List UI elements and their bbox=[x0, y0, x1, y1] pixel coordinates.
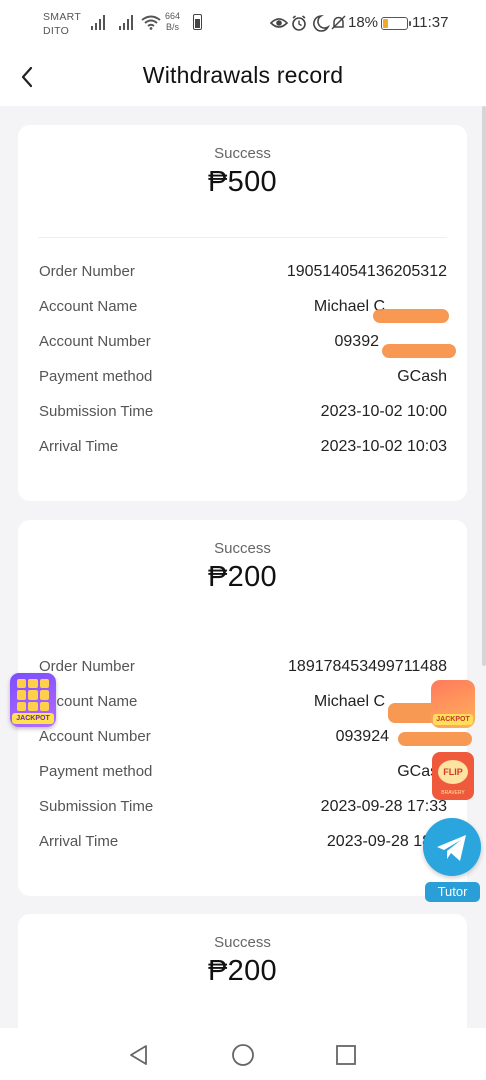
redaction-mark bbox=[398, 732, 472, 746]
detail-value: GCash bbox=[397, 367, 447, 385]
moon-icon bbox=[313, 15, 331, 32]
battery-saver-icon bbox=[193, 14, 202, 30]
detail-label: Account Number bbox=[39, 728, 151, 745]
detail-label: Order Number bbox=[39, 658, 135, 675]
back-triangle-icon[interactable] bbox=[126, 1042, 152, 1068]
withdrawals-list[interactable]: Success ₱500 Order Number 19051405413620… bbox=[0, 106, 486, 1028]
detail-row-payment-method: Payment method GCash bbox=[18, 359, 467, 394]
divider bbox=[38, 632, 447, 633]
status-text: Success bbox=[214, 540, 271, 557]
jackpot-promo-button[interactable]: JACKPOT bbox=[431, 680, 475, 728]
recents-square-icon[interactable] bbox=[333, 1042, 359, 1068]
detail-label: Submission Time bbox=[39, 798, 154, 815]
home-circle-icon[interactable] bbox=[230, 1042, 256, 1068]
status-text: Success bbox=[214, 145, 271, 162]
detail-value: 09392 bbox=[334, 332, 380, 350]
detail-label: Order Number bbox=[39, 263, 135, 280]
detail-label: Account Name bbox=[39, 298, 138, 315]
detail-row-arrival-time: Arrival Time 2023-10-02 10:03 bbox=[18, 429, 467, 464]
detail-label: Arrival Time bbox=[39, 833, 119, 850]
withdrawal-card[interactable]: Success ₱200 Order Number 18917845349971… bbox=[18, 520, 472, 896]
detail-label: Arrival Time bbox=[39, 438, 119, 455]
network-speed-value: 664 bbox=[165, 11, 181, 21]
detail-value: 2023-10-02 10:03 bbox=[320, 437, 447, 455]
withdrawal-card[interactable]: Success ₱200 bbox=[18, 914, 467, 1028]
status-text: Success bbox=[214, 934, 271, 951]
network-speed-unit: B/s bbox=[166, 22, 180, 32]
status-bar: SMART DITO 664 B/s 18% 11:37 bbox=[0, 0, 486, 46]
detail-value: 189178453499711488 bbox=[288, 657, 447, 675]
wifi-icon bbox=[141, 15, 161, 30]
detail-label: Payment method bbox=[39, 763, 153, 780]
jackpot-promo-button[interactable]: JACKPOT bbox=[10, 673, 56, 727]
withdrawal-card[interactable]: Success ₱500 Order Number 19051405413620… bbox=[18, 125, 467, 501]
detail-row-order-number: Order Number 189178453499711488 bbox=[18, 649, 467, 684]
flip-sub-label: BRAVERY bbox=[441, 790, 465, 796]
flip-promo-button[interactable]: FLIP BRAVERY bbox=[432, 752, 474, 800]
carrier-label: SMART DITO bbox=[43, 10, 81, 38]
signal-icon bbox=[119, 15, 133, 30]
carrier-line-1: SMART bbox=[43, 11, 82, 23]
divider bbox=[38, 237, 447, 238]
telegram-button[interactable] bbox=[423, 818, 481, 876]
network-speed: 664 B/s bbox=[165, 11, 180, 33]
signal-icon bbox=[91, 15, 105, 30]
clock: 11:37 bbox=[412, 14, 449, 31]
detail-row-arrival-time: Arrival Time 2023-09-28 18 bbox=[18, 824, 467, 859]
tutor-button[interactable]: Tutor bbox=[425, 882, 480, 902]
detail-row-payment-method: Payment method GCash bbox=[18, 754, 467, 789]
amount: ₱500 bbox=[208, 166, 277, 198]
detail-value: 190514054136205312 bbox=[286, 262, 447, 280]
alarm-icon bbox=[292, 15, 306, 31]
detail-list: Order Number 190514054136205312 Account … bbox=[18, 254, 467, 464]
jackpot-label: JACKPOT bbox=[433, 714, 473, 725]
mute-bell-icon bbox=[331, 15, 346, 30]
detail-value: 2023-09-28 18 bbox=[326, 832, 431, 850]
redaction-mark bbox=[373, 309, 449, 323]
redaction-mark bbox=[382, 344, 456, 358]
detail-label: Account Number bbox=[39, 333, 151, 350]
telegram-icon bbox=[437, 835, 466, 861]
battery-icon bbox=[381, 17, 411, 30]
detail-row-order-number: Order Number 190514054136205312 bbox=[18, 254, 467, 289]
amount: ₱200 bbox=[208, 561, 277, 593]
amount: ₱200 bbox=[208, 955, 277, 987]
detail-list: Order Number 189178453499711488 Account … bbox=[18, 649, 467, 859]
detail-label: Submission Time bbox=[39, 403, 154, 420]
app-header: Withdrawals record bbox=[0, 46, 486, 106]
system-nav-bar bbox=[0, 1028, 486, 1080]
detail-value: 093924 bbox=[335, 727, 389, 745]
battery-percent: 18% bbox=[348, 14, 379, 31]
jackpot-label: JACKPOT bbox=[12, 713, 54, 724]
flip-label: FLIP bbox=[438, 760, 468, 784]
scrollbar[interactable] bbox=[482, 106, 486, 666]
page-title: Withdrawals record bbox=[142, 62, 344, 88]
detail-value: 2023-10-02 10:00 bbox=[320, 402, 447, 420]
slot-machine-icon bbox=[17, 679, 49, 711]
carrier-line-2: DITO bbox=[43, 25, 70, 37]
status-icons-group bbox=[270, 15, 346, 32]
detail-row-submission-time: Submission Time 2023-09-28 17:33 bbox=[18, 789, 467, 824]
detail-row-submission-time: Submission Time 2023-10-02 10:00 bbox=[18, 394, 467, 429]
eye-icon bbox=[270, 18, 289, 28]
detail-value: Michael C bbox=[313, 692, 385, 710]
battery-level-fill bbox=[383, 19, 388, 28]
detail-value: 2023-09-28 17:33 bbox=[320, 797, 447, 815]
detail-label: Payment method bbox=[39, 368, 153, 385]
